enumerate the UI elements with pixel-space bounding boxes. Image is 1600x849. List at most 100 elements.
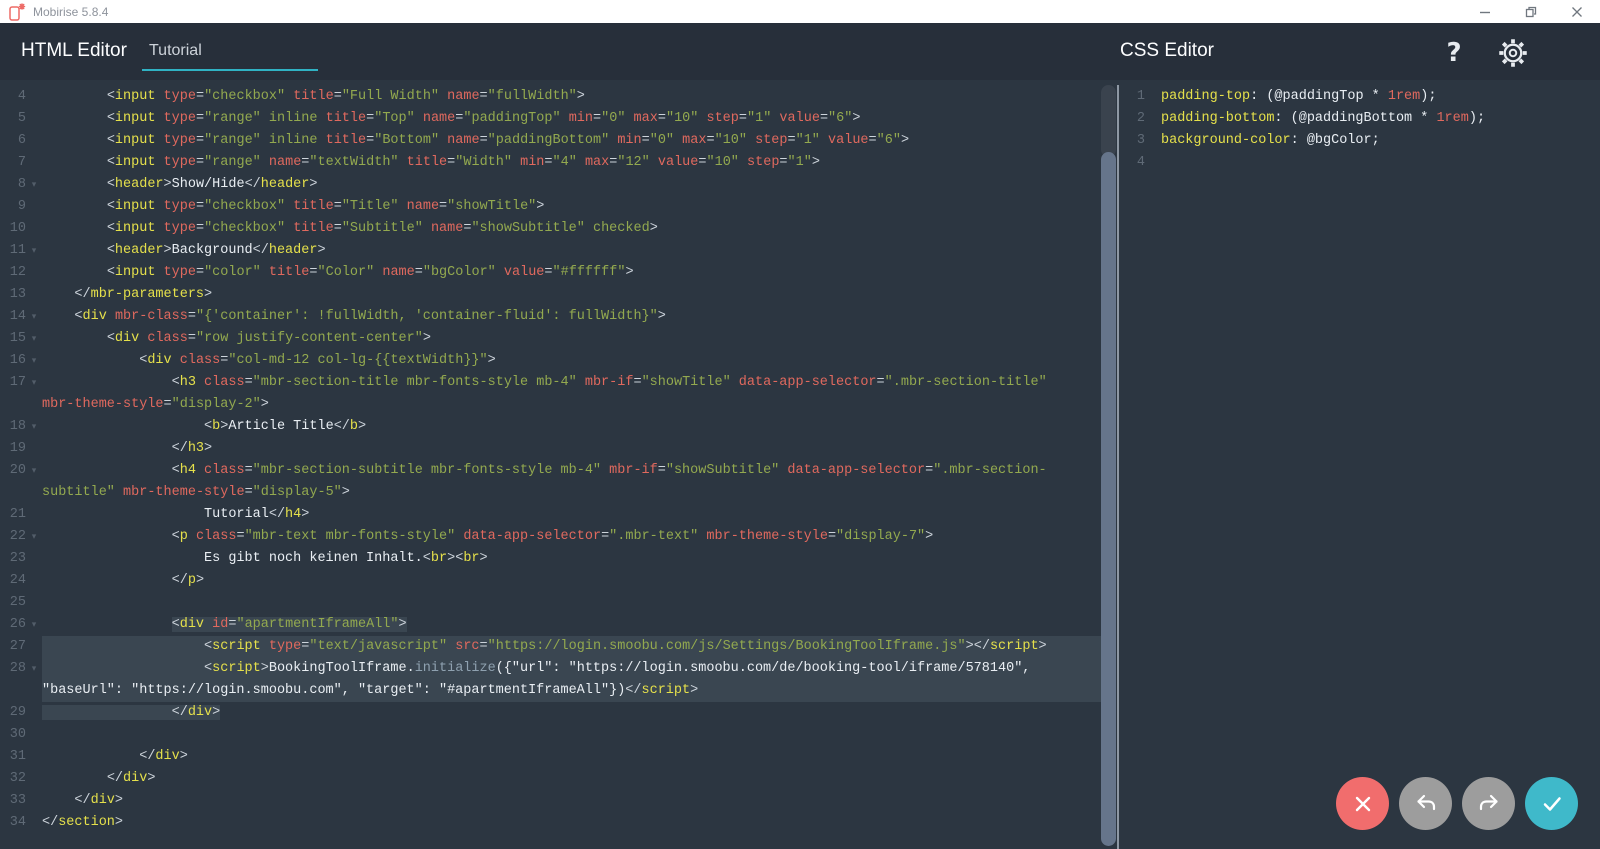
- code-line-4[interactable]: 4: [1119, 152, 1600, 174]
- code-line-16[interactable]: 16▾ <div class="col-md-12 col-lg-{{textW…: [0, 350, 1101, 372]
- code-line-11[interactable]: 11▾ <header>Background</header>: [0, 240, 1101, 262]
- line-number-gutter: 29: [0, 702, 42, 724]
- code-line-wrap[interactable]: "baseUrl": "https://login.smoobu.com", "…: [0, 680, 1101, 702]
- line-number-gutter: 10: [0, 218, 42, 240]
- code-line-27[interactable]: 27 <script type="text/javascript" src="h…: [0, 636, 1101, 658]
- code-line-4[interactable]: 4 <input type="checkbox" title="Full Wid…: [0, 86, 1101, 108]
- fold-arrow-icon[interactable]: ▾: [26, 372, 42, 394]
- line-number-gutter: 25: [0, 592, 42, 614]
- html-editor-title: HTML Editor: [21, 40, 127, 62]
- code-line-31[interactable]: 31 </div>: [0, 746, 1101, 768]
- css-code-editor[interactable]: 1padding-top: (@paddingTop * 1rem);2padd…: [1119, 80, 1600, 849]
- scrollbar-thumb[interactable]: [1101, 152, 1116, 846]
- code-line-22[interactable]: 22▾ <p class="mbr-text mbr-fonts-style" …: [0, 526, 1101, 548]
- fold-arrow-icon[interactable]: ▾: [26, 526, 42, 548]
- window-titlebar: Mobirise 5.8.4: [0, 0, 1600, 23]
- code-line-32[interactable]: 32 </div>: [0, 768, 1101, 790]
- code-line-29[interactable]: 29 </div>: [0, 702, 1101, 724]
- fold-arrow-icon[interactable]: ▾: [26, 306, 42, 328]
- code-line-26[interactable]: 26▾ <div id="apartmentIframeAll">: [0, 614, 1101, 636]
- scrollbar-track[interactable]: [1101, 85, 1116, 157]
- settings-button[interactable]: [1496, 37, 1530, 69]
- code-line-2[interactable]: 2padding-bottom: (@paddingBottom * 1rem)…: [1119, 108, 1600, 130]
- line-number-gutter: 2: [1119, 108, 1161, 130]
- code-line-19[interactable]: 19 </h3>: [0, 438, 1101, 460]
- line-number-gutter: 5: [0, 108, 42, 130]
- code-text: subtitle" mbr-theme-style="display-5">: [42, 482, 1101, 504]
- fold-arrow-icon[interactable]: ▾: [26, 658, 42, 680]
- code-line-30[interactable]: 30: [0, 724, 1101, 746]
- code-line-14[interactable]: 14▾ <div mbr-class="{'container': !fullW…: [0, 306, 1101, 328]
- minimize-button[interactable]: [1462, 0, 1508, 23]
- line-number-gutter: 21: [0, 504, 42, 526]
- line-number-gutter: 33: [0, 790, 42, 812]
- code-line-7[interactable]: 7 <input type="range" name="textWidth" t…: [0, 152, 1101, 174]
- code-line-34[interactable]: 34</section>: [0, 812, 1101, 834]
- line-number-gutter: [0, 680, 42, 702]
- apply-button[interactable]: [1525, 777, 1578, 830]
- code-text: background-color: @bgColor;: [1161, 130, 1600, 152]
- code-text: <b>Article Title</b>: [42, 416, 1101, 438]
- fold-arrow-icon[interactable]: ▾: [26, 174, 42, 196]
- code-line-21[interactable]: 21 Tutorial</h4>: [0, 504, 1101, 526]
- code-text: <input type="checkbox" title="Subtitle" …: [42, 218, 1101, 240]
- line-number-gutter: 31: [0, 746, 42, 768]
- line-number-gutter: 28▾: [0, 658, 42, 680]
- code-text: <h4 class="mbr-section-subtitle mbr-font…: [42, 460, 1101, 482]
- code-line-17[interactable]: 17▾ <h3 class="mbr-section-title mbr-fon…: [0, 372, 1101, 394]
- code-line-24[interactable]: 24 </p>: [0, 570, 1101, 592]
- editor-header: HTML Editor Tutorial CSS Editor ?: [0, 23, 1600, 80]
- discard-button[interactable]: [1336, 777, 1389, 830]
- code-line-5[interactable]: 5 <input type="range" inline title="Top"…: [0, 108, 1101, 130]
- code-line-33[interactable]: 33 </div>: [0, 790, 1101, 812]
- code-line-12[interactable]: 12 <input type="color" title="Color" nam…: [0, 262, 1101, 284]
- fold-arrow-icon[interactable]: ▾: [26, 350, 42, 372]
- fold-arrow-icon[interactable]: ▾: [26, 614, 42, 636]
- code-text: mbr-theme-style="display-2">: [42, 394, 1101, 416]
- code-line-6[interactable]: 6 <input type="range" inline title="Bott…: [0, 130, 1101, 152]
- code-text: </h3>: [42, 438, 1101, 460]
- code-text: <input type="range" name="textWidth" tit…: [42, 152, 1101, 174]
- line-number-gutter: 9: [0, 196, 42, 218]
- code-line-15[interactable]: 15▾ <div class="row justify-content-cent…: [0, 328, 1101, 350]
- check-icon: [1539, 791, 1565, 817]
- code-line-25[interactable]: 25: [0, 592, 1101, 614]
- code-text: padding-bottom: (@paddingBottom * 1rem);: [1161, 108, 1600, 130]
- line-number-gutter: 13: [0, 284, 42, 306]
- code-text: Es gibt noch keinen Inhalt.<br><br>: [42, 548, 1101, 570]
- code-text: <input type="checkbox" title="Title" nam…: [42, 196, 1101, 218]
- code-text: <div mbr-class="{'container': !fullWidth…: [42, 306, 1101, 328]
- code-line-8[interactable]: 8▾ <header>Show/Hide</header>: [0, 174, 1101, 196]
- close-window-button[interactable]: [1554, 0, 1600, 23]
- code-line-18[interactable]: 18▾ <b>Article Title</b>: [0, 416, 1101, 438]
- line-number-gutter: 19: [0, 438, 42, 460]
- tab-tutorial[interactable]: Tutorial: [142, 23, 318, 80]
- code-text: padding-top: (@paddingTop * 1rem);: [1161, 86, 1600, 108]
- undo-icon: [1413, 791, 1439, 817]
- code-text: <div class="col-md-12 col-lg-{{textWidth…: [42, 350, 1101, 372]
- code-line-1[interactable]: 1padding-top: (@paddingTop * 1rem);: [1119, 86, 1600, 108]
- code-line-3[interactable]: 3background-color: @bgColor;: [1119, 130, 1600, 152]
- line-number-gutter: 18▾: [0, 416, 42, 438]
- redo-button[interactable]: [1462, 777, 1515, 830]
- code-line-wrap[interactable]: subtitle" mbr-theme-style="display-5">: [0, 482, 1101, 504]
- fold-arrow-icon[interactable]: ▾: [26, 328, 42, 350]
- code-line-10[interactable]: 10 <input type="checkbox" title="Subtitl…: [0, 218, 1101, 240]
- code-text: <div id="apartmentIframeAll">: [42, 614, 1101, 636]
- html-code-editor[interactable]: 4 <input type="checkbox" title="Full Wid…: [0, 80, 1101, 849]
- code-line-28[interactable]: 28▾ <script>BookingToolIframe.initialize…: [0, 658, 1101, 680]
- mobirise-app-icon: [8, 3, 26, 21]
- line-number-gutter: 20▾: [0, 460, 42, 482]
- restore-button[interactable]: [1508, 0, 1554, 23]
- code-line-23[interactable]: 23 Es gibt noch keinen Inhalt.<br><br>: [0, 548, 1101, 570]
- undo-button[interactable]: [1399, 777, 1452, 830]
- fold-arrow-icon[interactable]: ▾: [26, 416, 42, 438]
- code-line-20[interactable]: 20▾ <h4 class="mbr-section-subtitle mbr-…: [0, 460, 1101, 482]
- line-number-gutter: 22▾: [0, 526, 42, 548]
- code-line-13[interactable]: 13 </mbr-parameters>: [0, 284, 1101, 306]
- code-line-wrap[interactable]: mbr-theme-style="display-2">: [0, 394, 1101, 416]
- fold-arrow-icon[interactable]: ▾: [26, 460, 42, 482]
- code-line-9[interactable]: 9 <input type="checkbox" title="Title" n…: [0, 196, 1101, 218]
- help-button[interactable]: ?: [1437, 37, 1471, 69]
- fold-arrow-icon[interactable]: ▾: [26, 240, 42, 262]
